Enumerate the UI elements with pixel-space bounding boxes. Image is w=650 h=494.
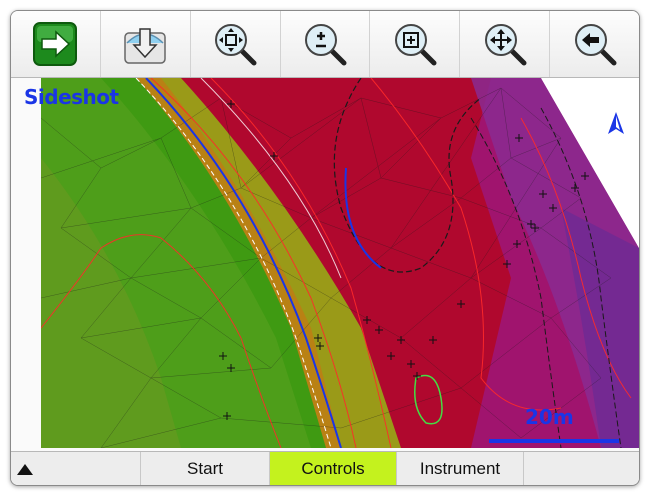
- instrument-icon: [17, 464, 33, 475]
- status-bar: Start Controls Instrument: [11, 451, 639, 485]
- download-arrow-icon: [124, 28, 167, 64]
- scale-bar: [489, 439, 619, 443]
- tab-instrument[interactable]: Instrument: [397, 452, 524, 485]
- map-view[interactable]: [41, 78, 639, 448]
- status-spacer: [524, 452, 639, 485]
- zoom-fit-icon: [215, 24, 257, 66]
- toolbar: [11, 11, 639, 78]
- pan-icon: [484, 24, 527, 66]
- scale-label: 20m: [525, 405, 574, 429]
- pan-button[interactable]: [460, 11, 551, 77]
- next-button[interactable]: [11, 11, 101, 77]
- zoom-window-button[interactable]: [370, 11, 461, 77]
- download-button[interactable]: [101, 11, 191, 77]
- north-arrow-icon: [608, 112, 624, 134]
- instrument-status-button[interactable]: [11, 452, 141, 485]
- zoom-extents-button[interactable]: [191, 11, 281, 77]
- back-button[interactable]: [550, 11, 639, 77]
- tab-controls[interactable]: Controls: [270, 452, 397, 485]
- arrow-right-icon: [33, 22, 78, 66]
- zoom-window-icon: [394, 24, 437, 66]
- terrain-surface: [41, 78, 639, 448]
- back-icon: [574, 24, 617, 66]
- zoom-in-out-icon: [305, 24, 347, 66]
- zoom-in-out-button[interactable]: [281, 11, 371, 77]
- app-window: Sideshot 20m Start Controls Instrument: [10, 10, 640, 486]
- mode-label: Sideshot: [24, 85, 119, 109]
- tab-start[interactable]: Start: [141, 452, 270, 485]
